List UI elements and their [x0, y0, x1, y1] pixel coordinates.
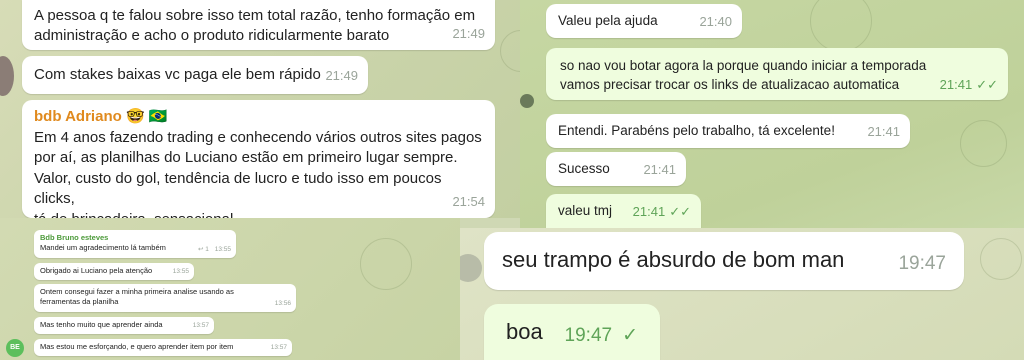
chat-panel-1: A pessoa q te falou sobre isso tem total… [0, 0, 520, 218]
message-text: Entendi. Parabéns pelo trabalho, tá exce… [558, 123, 835, 138]
message-time: 19:47 [898, 253, 946, 274]
chat-panel-4: seu trampo é absurdo de bom man 19:47 bo… [460, 228, 1024, 360]
sender-name[interactable]: Bdb Bruno esteves [40, 233, 230, 243]
message-bubble-outgoing[interactable]: valeu tmj 21:41 ✓✓ [546, 194, 701, 228]
message-bubble[interactable]: Valeu pela ajuda 21:40 [546, 4, 742, 38]
message-meta: ↩ 1 13:55 [198, 245, 231, 255]
message-time: 13:55 [214, 246, 231, 253]
chat-panel-3: Bdb Bruno esteves Mandei um agradeciment… [0, 218, 460, 360]
avatar-initials: BE [10, 344, 20, 351]
sender-line: bdb Adriano 🤓 🇧🇷 [34, 107, 483, 128]
message-time: 21:41 [939, 77, 973, 92]
message-text: boa [506, 319, 543, 344]
message-bubble[interactable]: Sucesso 21:41 [546, 152, 686, 186]
reply-count: 1 [205, 246, 209, 253]
message-time: 21:49 [452, 26, 485, 41]
message-text: Ontem consegui fazer a minha primeira an… [40, 287, 234, 306]
chat-panel-2: Valeu pela ajuda 21:40 so nao vou botar … [520, 0, 1024, 228]
message-bubble[interactable]: Mas tenho muito que aprender ainda 13:57 [34, 317, 214, 334]
message-time: 21:41 [867, 124, 900, 139]
message-bubble[interactable]: Bdb Bruno esteves Mandei um agradeciment… [34, 230, 236, 258]
message-time: 13:56 [274, 300, 291, 307]
message-text: Mas tenho muito que aprender ainda [40, 320, 163, 329]
message-text: Em 4 anos fazendo trading e conhecendo v… [34, 128, 482, 219]
message-time: 21:49 [325, 68, 358, 83]
message-text: seu trampo é absurdo de bom man [502, 247, 845, 272]
message-bubble[interactable]: A pessoa q te falou sobre isso tem total… [22, 0, 495, 50]
message-time: 13:57 [192, 322, 209, 329]
message-bubble[interactable]: Mas estou me esforçando, e quero aprende… [34, 339, 292, 356]
message-bubble-outgoing[interactable]: boa 19:47 ✓ [484, 304, 660, 360]
double-check-icon: ✓✓ [976, 77, 998, 92]
message-text: Sucesso [558, 161, 610, 176]
message-time: 21:54 [452, 193, 485, 209]
message-time-group: 19:47 ✓ [565, 322, 638, 350]
message-bubble[interactable]: Ontem consegui fazer a minha primeira an… [34, 284, 296, 312]
avatar [460, 254, 482, 282]
sender-name[interactable]: bdb Adriano [34, 108, 122, 125]
message-bubble[interactable]: bdb Adriano 🤓 🇧🇷 Em 4 anos fazendo tradi… [22, 100, 495, 218]
check-icon: ✓ [622, 325, 638, 346]
message-time: 21:40 [699, 14, 732, 29]
message-bubble[interactable]: Com stakes baixas vc paga ele bem rápido… [22, 56, 368, 94]
message-time: 13:57 [270, 344, 287, 351]
background-doodle [810, 0, 872, 52]
flag-icon: 🇧🇷 [148, 108, 168, 125]
avatar [0, 56, 14, 96]
message-bubble[interactable]: Entendi. Parabéns pelo trabalho, tá exce… [546, 114, 910, 148]
message-bubble[interactable]: Obrigado ai Luciano pela atenção 13:55 [34, 263, 194, 280]
message-text: valeu tmj [558, 203, 613, 218]
background-doodle [360, 238, 412, 290]
reply-icon[interactable]: ↩ [198, 246, 203, 253]
message-time: 21:41 [632, 204, 666, 219]
message-text: Mas estou me esforçando, e quero aprende… [40, 342, 234, 351]
message-time-group: 21:41 ✓✓ [940, 75, 998, 94]
double-check-icon: ✓✓ [669, 204, 691, 219]
message-bubble-outgoing[interactable]: so nao vou botar agora la porque quando … [546, 48, 1008, 100]
message-text: Obrigado ai Luciano pela atenção [40, 266, 153, 275]
background-doodle [500, 30, 520, 72]
message-time: 13:55 [172, 268, 189, 275]
message-text: so nao vou botar agora la porque quando … [560, 58, 927, 92]
message-time-group: 21:41 ✓✓ [633, 203, 691, 221]
sender-emoji: 🤓 [125, 108, 145, 125]
message-text: Valeu pela ajuda [558, 13, 658, 28]
message-bubble[interactable]: seu trampo é absurdo de bom man 19:47 [484, 232, 964, 290]
background-doodle [960, 120, 1007, 167]
avatar[interactable]: BE [6, 339, 24, 357]
background-doodle [980, 238, 1022, 280]
message-text: Com stakes baixas vc paga ele bem rápido [34, 66, 321, 83]
message-time: 19:47 [564, 325, 613, 346]
message-text: A pessoa q te falou sobre isso tem total… [34, 7, 476, 44]
avatar [520, 94, 534, 108]
message-time: 21:41 [643, 162, 676, 177]
